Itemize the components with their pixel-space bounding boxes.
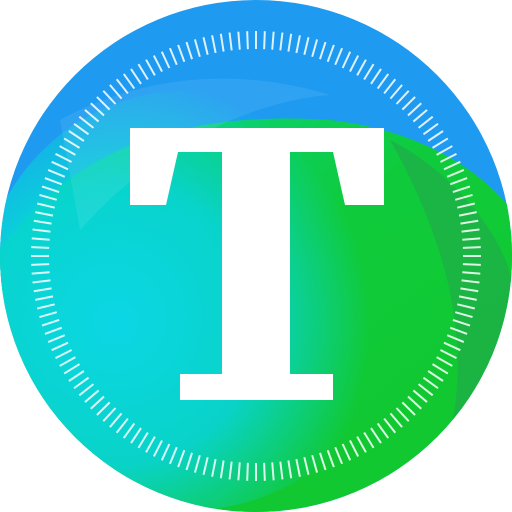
tick-mark	[246, 462, 249, 481]
tick-mark	[237, 462, 241, 481]
tick-mark	[271, 31, 275, 50]
tick-mark	[31, 271, 50, 275]
tick-mark	[462, 237, 481, 241]
tick-mark	[31, 246, 50, 249]
tick-mark	[263, 31, 266, 50]
tick-mark	[31, 237, 50, 241]
tick-mark	[263, 462, 266, 481]
tick-mark	[246, 31, 249, 50]
tick-mark	[271, 462, 275, 481]
logo-coin	[0, 0, 512, 512]
tick-mark	[31, 263, 50, 266]
tick-mark	[462, 271, 481, 275]
tick-mark	[462, 246, 481, 249]
tick-mark	[237, 31, 241, 50]
tick-mark	[462, 263, 481, 266]
